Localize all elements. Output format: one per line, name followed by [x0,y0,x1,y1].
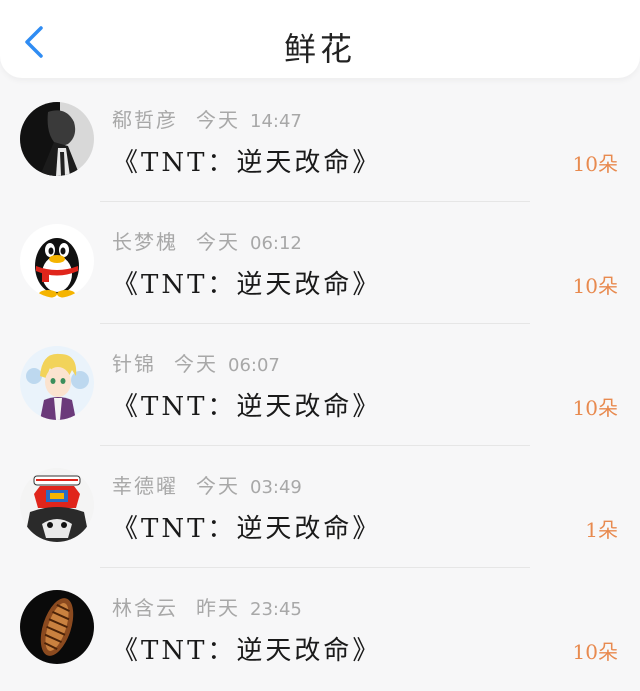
item-time: 23:45 [250,599,302,620]
item-time: 14:47 [250,111,302,132]
qq-penguin-icon [20,224,94,298]
item-meta: 郗哲彦 今天 14:47 [112,104,302,133]
list-item[interactable]: 郗哲彦 今天 14:47 《TNT：逆天改命》 10朵 [0,80,640,202]
list-item[interactable]: 针锦 今天 06:07 《TNT：逆天改命》 10朵 [0,324,640,446]
avatar[interactable] [20,102,94,176]
flower-count: 1朵 [585,518,618,542]
item-meta: 针锦 今天 06:07 [112,348,280,377]
book-title[interactable]: 《TNT：逆天改命》 [112,264,381,301]
item-day: 今天 [196,474,240,498]
item-time: 06:07 [228,355,280,376]
avatar[interactable] [20,468,94,542]
flower-count: 10朵 [572,640,618,664]
book-title[interactable]: 《TNT：逆天改命》 [112,142,381,179]
book-title[interactable]: 《TNT：逆天改命》 [112,630,381,667]
page-title: 鲜花 [283,30,356,68]
item-day: 今天 [196,108,240,132]
list-item[interactable]: 幸德曜 今天 03:49 《TNT：逆天改命》 1朵 [0,446,640,568]
flower-count: 10朵 [572,396,618,420]
list-item[interactable]: 林含云 昨天 23:45 《TNT：逆天改命》 10朵 [0,568,640,690]
top-nav-bar: 鲜花 [0,0,640,78]
avatar[interactable] [20,590,94,664]
book-title[interactable]: 《TNT：逆天改命》 [112,508,381,545]
sender-name[interactable]: 幸德曜 [112,474,178,498]
flower-count: 10朵 [572,274,618,298]
item-meta: 长梦槐 今天 06:12 [112,226,302,255]
shell-icon [20,590,94,664]
book-title[interactable]: 《TNT：逆天改命》 [112,386,381,423]
sender-name[interactable]: 针锦 [112,352,156,376]
anime-boy-icon [20,346,94,420]
item-day: 昨天 [196,596,240,620]
item-time: 03:49 [250,477,302,498]
list-item[interactable]: 长梦槐 今天 06:12 《TNT：逆天改命》 10朵 [0,202,640,324]
sender-name[interactable]: 郗哲彦 [112,108,178,132]
flower-count: 10朵 [572,152,618,176]
avatar-bw-portrait-icon [20,102,94,176]
sender-name[interactable]: 林含云 [112,596,178,620]
avatar[interactable] [20,346,94,420]
avatar[interactable] [20,224,94,298]
item-day: 今天 [174,352,218,376]
item-meta: 林含云 昨天 23:45 [112,592,302,621]
flower-record-list: 郗哲彦 今天 14:47 《TNT：逆天改命》 10朵 长梦槐 今天 06:12… [0,80,640,690]
item-day: 今天 [196,230,240,254]
sender-name[interactable]: 长梦槐 [112,230,178,254]
item-time: 06:12 [250,233,302,254]
cartoon-cat-icon [20,468,94,542]
item-meta: 幸德曜 今天 03:49 [112,470,302,499]
